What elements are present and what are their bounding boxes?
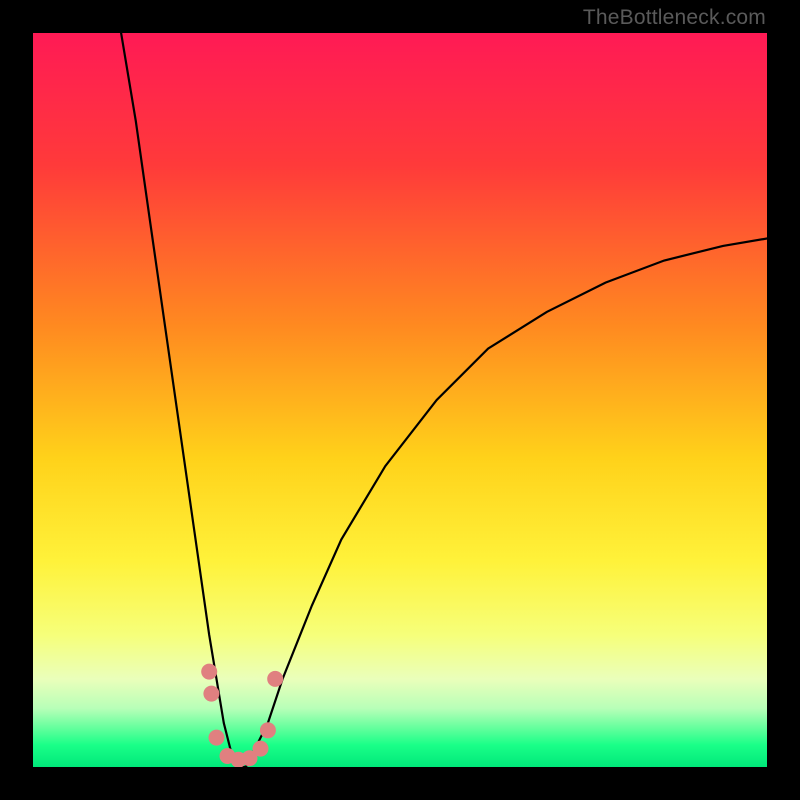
curve-layer [33,33,767,767]
marker-dot [260,722,276,738]
chart-frame: TheBottleneck.com [0,0,800,800]
watermark-text: TheBottleneck.com [583,6,766,30]
marker-dot [203,686,219,702]
marker-dot [209,730,225,746]
bottleneck-curve [121,33,767,767]
marker-dot [253,741,269,757]
marker-dot [201,664,217,680]
marker-dot [267,671,283,687]
plot-area [33,33,767,767]
